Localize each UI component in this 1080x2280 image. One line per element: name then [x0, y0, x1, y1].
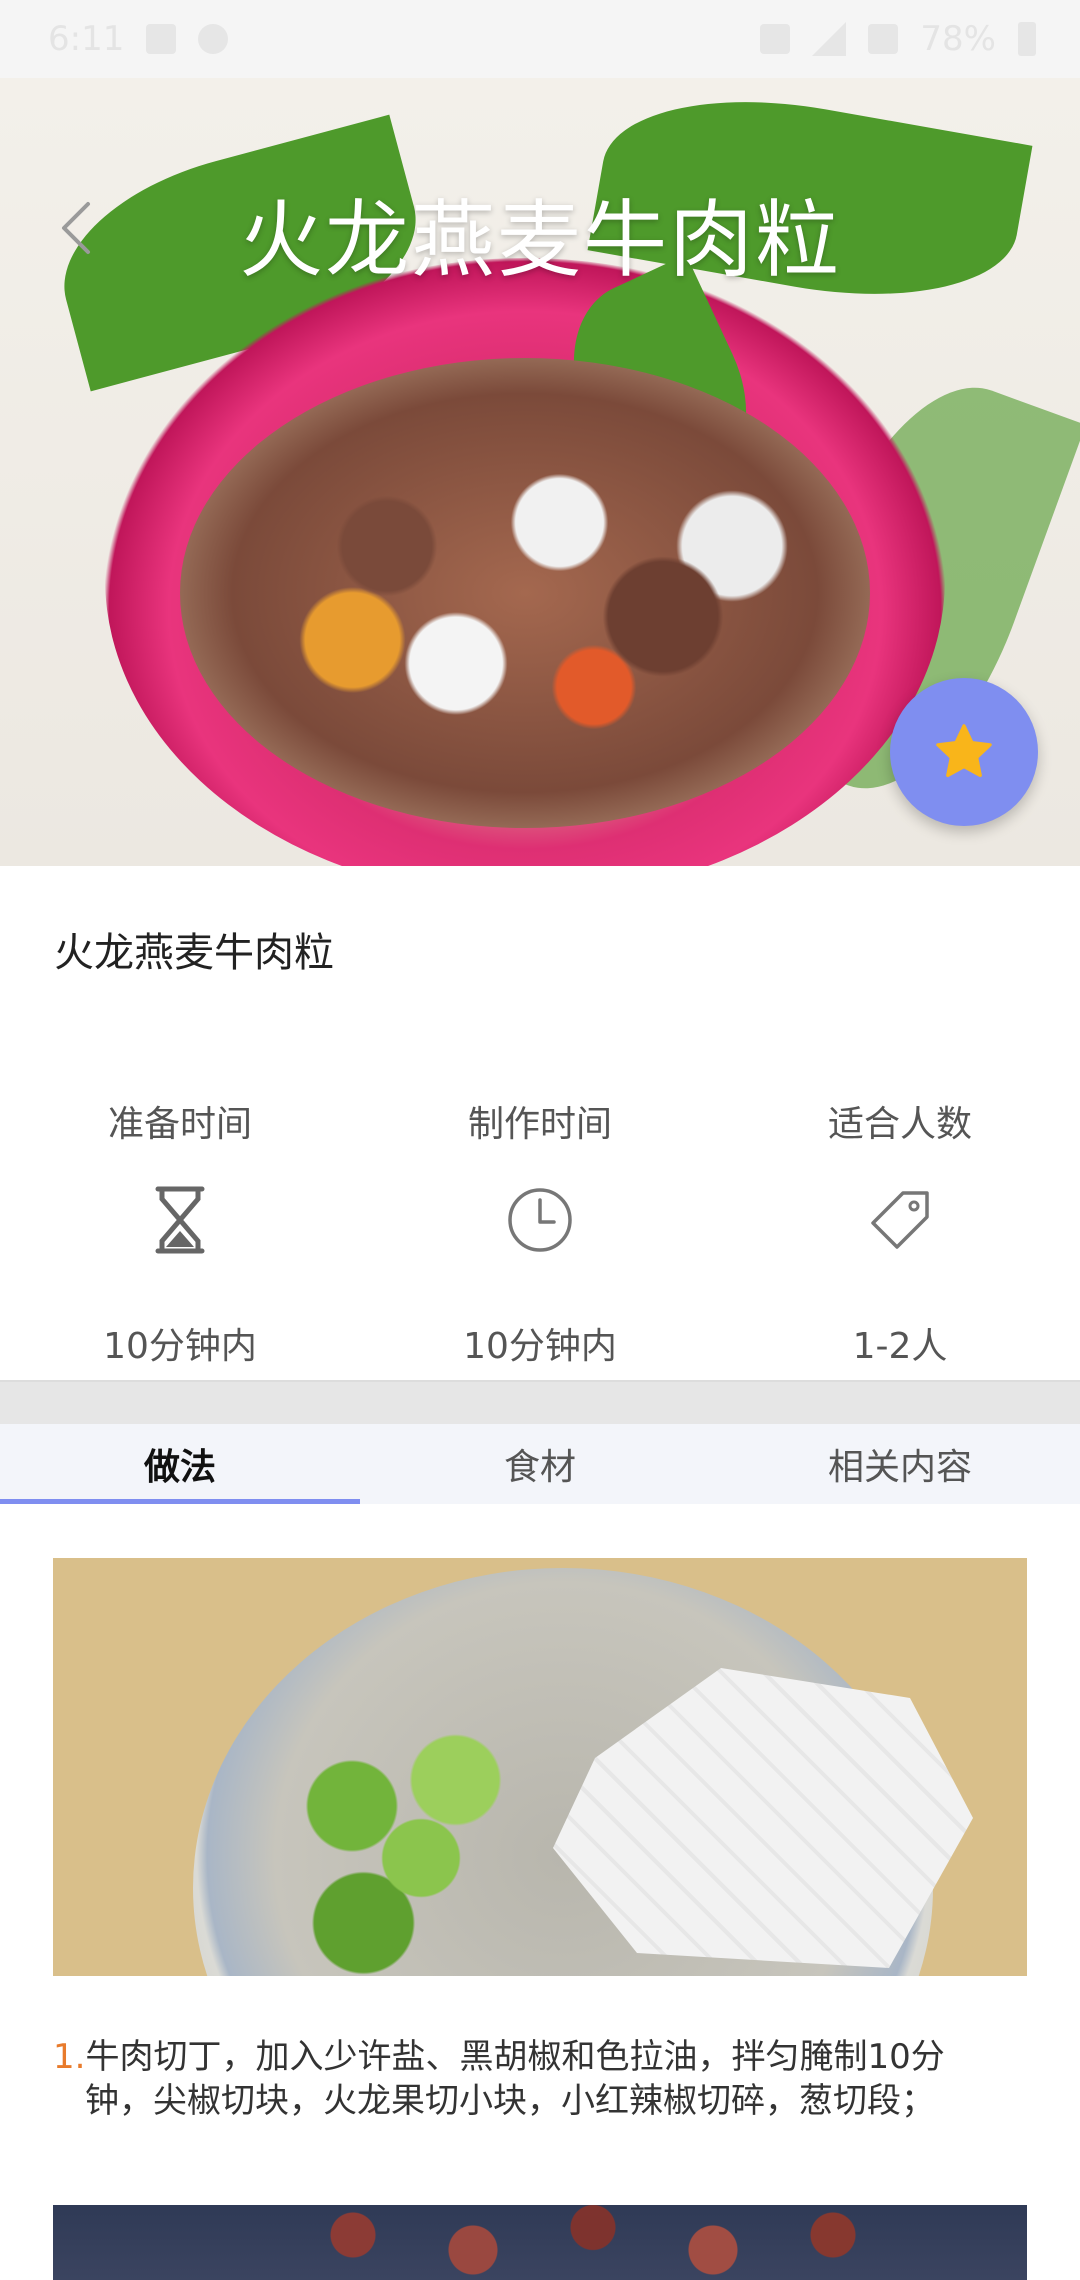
back-arrow-icon[interactable]	[50, 198, 110, 258]
tag-icon	[871, 1191, 929, 1249]
stat-servings: 适合人数 1-2人	[720, 1100, 1080, 1372]
beef-dish	[180, 358, 870, 828]
stat-label: 制作时间	[467, 1104, 612, 1145]
tab-related[interactable]: 相关内容	[720, 1424, 1080, 1504]
step-text-line2: 钟，尖椒切块，火龙果切小块，小红辣椒切碎，葱切段；	[85, 2081, 935, 2121]
signal-icon	[812, 22, 847, 56]
clock-icon	[508, 1188, 572, 1252]
stat-value: 10分钟内	[463, 1326, 617, 1367]
beef-cubes	[293, 2205, 893, 2280]
section-divider	[0, 1380, 1080, 1424]
status-left: 6:11	[48, 19, 229, 59]
stat-label: 适合人数	[827, 1104, 972, 1145]
star-icon	[936, 724, 992, 778]
stat-label: 准备时间	[107, 1104, 252, 1145]
tab-method[interactable]: 做法	[0, 1424, 360, 1504]
chopped-peppers	[283, 1728, 513, 1976]
step-image	[53, 2205, 1027, 2280]
app-notification-icon	[198, 24, 229, 54]
recipe-stats: 准备时间 10分钟内 制作时间 10分钟内 适合人数 1-2人	[0, 1100, 1080, 1372]
battery-icon	[1018, 22, 1036, 56]
step-image	[53, 1558, 1027, 1976]
step-text-line1: 牛肉切丁，加入少许盐、黑胡椒和色拉油，拌匀腌制10分	[85, 2037, 945, 2077]
stat-cook-time: 制作时间 10分钟内	[360, 1100, 720, 1372]
tab-ingredients[interactable]: 食材	[360, 1424, 720, 1504]
vibrate-icon	[760, 24, 791, 54]
status-right: 78%	[760, 19, 1036, 59]
recipe-name: 火龙燕麦牛肉粒	[54, 930, 334, 976]
stat-value: 10分钟内	[103, 1326, 257, 1367]
hourglass-icon	[155, 1186, 205, 1254]
step-text: 1.牛肉切丁，加入少许盐、黑胡椒和色拉油，拌匀腌制10分 钟，尖椒切块，火龙果切…	[53, 2035, 1033, 2123]
battery-percent: 78%	[920, 19, 996, 59]
step-line: 1.牛肉切丁，加入少许盐、黑胡椒和色拉油，拌匀腌制10分	[53, 2035, 1033, 2079]
stat-prep-time: 准备时间 10分钟内	[0, 1100, 360, 1372]
status-bar: 6:11 78%	[0, 0, 1080, 78]
hero-title: 火龙燕麦牛肉粒	[238, 191, 841, 289]
step-number: 1.	[53, 2037, 86, 2077]
stat-value: 1-2人	[852, 1326, 948, 1367]
favorite-button[interactable]	[890, 678, 1038, 826]
wifi-icon	[868, 24, 899, 54]
status-time: 6:11	[48, 19, 125, 59]
tab-bar: 做法 食材 相关内容	[0, 1424, 1080, 1504]
gallery-notification-icon	[146, 24, 177, 54]
